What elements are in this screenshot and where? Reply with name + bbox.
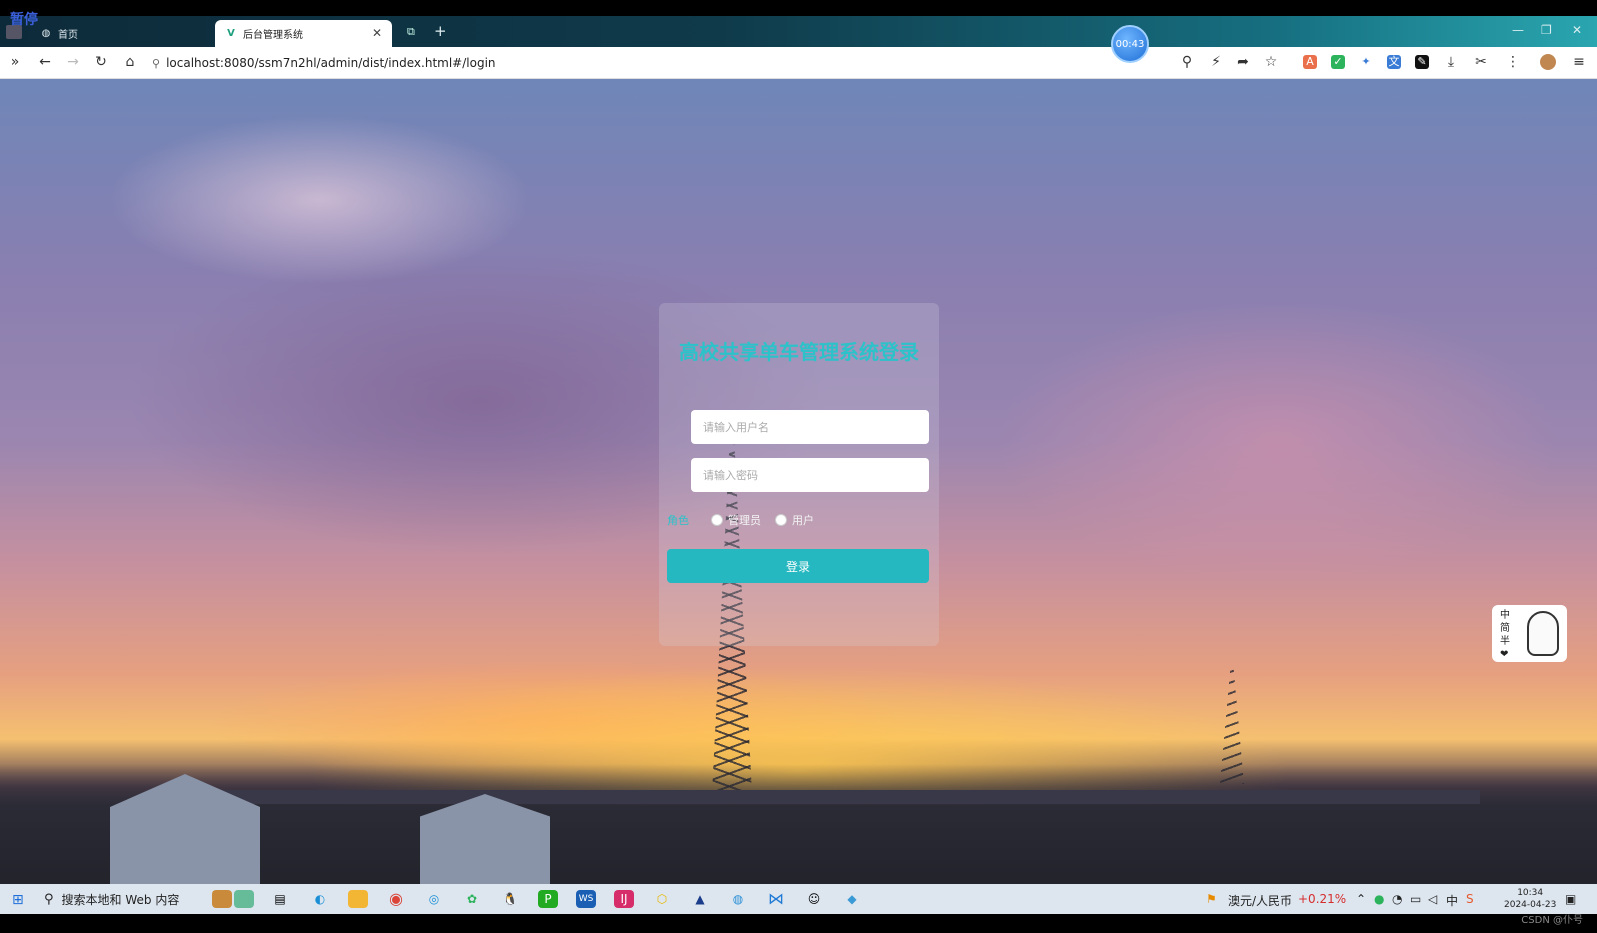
search-icon: ⚲ bbox=[44, 891, 54, 907]
expand-icon[interactable]: » bbox=[6, 54, 24, 70]
login-button[interactable]: 登录 bbox=[667, 549, 929, 583]
role-radio-admin[interactable] bbox=[711, 514, 723, 526]
tab-admin[interactable]: V 后台管理系统 ✕ bbox=[215, 20, 392, 47]
vscode-icon[interactable]: ⋈ bbox=[766, 890, 786, 908]
books-app-icon[interactable] bbox=[234, 890, 254, 908]
lightning-icon[interactable]: ⚡ bbox=[1207, 54, 1225, 70]
app-icon[interactable]: ▲ bbox=[690, 890, 710, 908]
login-card: 高校共享单车管理系统登录 角色 管理员 用户 登录 bbox=[659, 303, 939, 646]
notification-icon[interactable]: ▣ bbox=[1565, 892, 1576, 906]
minimize-icon[interactable]: — bbox=[1512, 23, 1524, 37]
role-selector: 角色 管理员 用户 bbox=[667, 512, 828, 528]
bird-extension-icon[interactable]: ✦ bbox=[1359, 55, 1373, 69]
address-bar[interactable]: ⚲ localhost:8080/ssm7n2hl/admin/dist/ind… bbox=[152, 51, 1282, 75]
currency-change: +0.21% bbox=[1298, 892, 1347, 906]
login-page-background: 高校共享单车管理系统登录 角色 管理员 用户 登录 中 简 半 ❤ bbox=[0, 79, 1597, 884]
menu-icon[interactable]: ≡ bbox=[1570, 54, 1588, 70]
idea-icon[interactable]: IJ bbox=[614, 890, 634, 908]
browser-toolbar: » ← → ↻ ⌂ ⚲ localhost:8080/ssm7n2hl/admi… bbox=[0, 47, 1597, 79]
ime-tray-icon[interactable]: 中 bbox=[1446, 892, 1458, 909]
location-icon[interactable]: ⚲ bbox=[1178, 54, 1196, 70]
url-text: localhost:8080/ssm7n2hl/admin/dist/index… bbox=[166, 56, 496, 70]
clock-date: 2024-04-23 bbox=[1504, 900, 1557, 910]
pdf-extension-icon[interactable]: A bbox=[1303, 55, 1317, 69]
password-input[interactable] bbox=[703, 468, 929, 482]
scissors-icon[interactable]: ✂ bbox=[1472, 54, 1490, 70]
role-user-label[interactable]: 用户 bbox=[792, 512, 814, 528]
shield-extension-icon[interactable]: ✓ bbox=[1331, 55, 1345, 69]
ime-char[interactable]: 简 bbox=[1500, 622, 1510, 635]
ime-char[interactable]: ❤ bbox=[1500, 648, 1510, 661]
role-label: 角色 bbox=[667, 514, 689, 527]
tab-home-label: 首页 bbox=[58, 30, 78, 41]
more-icon[interactable]: ⋮ bbox=[1504, 54, 1522, 70]
tool-app-icon[interactable]: ◆ bbox=[842, 890, 862, 908]
file-explorer-icon[interactable] bbox=[348, 890, 368, 908]
role-admin-label[interactable]: 管理员 bbox=[728, 512, 761, 528]
share-icon[interactable]: ➦ bbox=[1234, 54, 1252, 70]
taskbar-search-text: 搜索本地和 Web 内容 bbox=[61, 892, 180, 907]
folder-icon[interactable]: ⬡ bbox=[652, 890, 672, 908]
ime-char[interactable]: 中 bbox=[1500, 609, 1510, 622]
wechat-icon[interactable]: ✿ bbox=[462, 890, 482, 908]
avatar-app-icon[interactable]: ☺ bbox=[804, 890, 824, 908]
qq-icon[interactable]: 🐧 bbox=[500, 890, 520, 908]
reload-icon[interactable]: ↻ bbox=[92, 54, 110, 70]
forward-icon[interactable]: → bbox=[64, 54, 82, 70]
search-icon: ⚲ bbox=[152, 56, 161, 70]
ime-widget[interactable]: 中 简 半 ❤ bbox=[1492, 605, 1567, 662]
password-field[interactable] bbox=[691, 458, 929, 492]
books-app-icon[interactable] bbox=[212, 890, 232, 908]
pycharm-icon[interactable]: P bbox=[538, 890, 558, 908]
browser-tabstrip: ◍ 首页 V 后台管理系统 ✕ ⧉ + — ❐ ✕ bbox=[0, 16, 1597, 47]
clock-time: 10:34 bbox=[1517, 888, 1544, 898]
ime-char[interactable]: 半 bbox=[1500, 635, 1510, 648]
system-clock[interactable]: 10:34 2024-04-23 bbox=[1504, 887, 1556, 911]
edge-icon[interactable]: ◐ bbox=[310, 890, 330, 908]
tray-app-icon[interactable]: S bbox=[1466, 892, 1474, 906]
ime-status: 中 简 半 ❤ bbox=[1500, 609, 1510, 661]
new-tab-button[interactable]: + bbox=[434, 22, 447, 40]
tab-home[interactable]: ◍ 首页 bbox=[40, 20, 210, 47]
letterbox-top bbox=[0, 0, 1597, 16]
close-tab-icon[interactable]: ✕ bbox=[372, 26, 382, 40]
currency-icon: ⚑ bbox=[1206, 892, 1217, 906]
windows-taskbar: ⊞ ⚲ 搜索本地和 Web 内容 ▤ ◐ ◉ ◎ ✿ 🐧 P WS IJ ⬡ ▲… bbox=[0, 884, 1597, 914]
webstorm-icon[interactable]: WS bbox=[576, 890, 596, 908]
back-icon[interactable]: ← bbox=[36, 54, 54, 70]
home-icon[interactable]: ⌂ bbox=[121, 54, 139, 70]
network-icon[interactable]: ◍ bbox=[728, 890, 748, 908]
browser-icon[interactable]: ◎ bbox=[424, 890, 444, 908]
login-title: 高校共享单车管理系统登录 bbox=[679, 340, 919, 364]
role-radio-user[interactable] bbox=[775, 514, 787, 526]
letterbox-bottom bbox=[0, 914, 1597, 933]
chrome-icon[interactable]: ◉ bbox=[386, 890, 406, 908]
star-icon[interactable]: ☆ bbox=[1262, 54, 1280, 70]
volume-icon[interactable]: ◁ bbox=[1428, 892, 1437, 906]
vue-logo-icon: V bbox=[227, 28, 235, 39]
chevron-up-icon[interactable]: ⌃ bbox=[1356, 892, 1366, 906]
bridge-silhouette bbox=[180, 790, 1480, 804]
download-icon[interactable]: ⤓ bbox=[1442, 54, 1460, 70]
tray-app-icon[interactable]: ● bbox=[1374, 892, 1384, 906]
username-input[interactable] bbox=[703, 420, 929, 434]
task-view-icon[interactable]: ▤ bbox=[270, 890, 290, 908]
pause-label: 暂停 bbox=[10, 12, 38, 28]
restore-icon[interactable]: ❐ bbox=[1541, 23, 1552, 37]
windows-start-icon[interactable]: ⊞ bbox=[12, 892, 24, 908]
cartoon-mascot-icon bbox=[1527, 611, 1559, 656]
username-field[interactable] bbox=[691, 410, 929, 444]
tab-menu-icon[interactable]: ⧉ bbox=[407, 25, 415, 39]
network-tray-icon[interactable]: ▭ bbox=[1410, 892, 1421, 906]
watermark: CSDN @仆号 bbox=[1521, 915, 1583, 926]
recording-timer[interactable]: 00:43 bbox=[1111, 25, 1149, 63]
qq-tray-icon[interactable]: ◔ bbox=[1392, 892, 1402, 906]
translate-extension-icon[interactable]: 文 bbox=[1387, 55, 1401, 69]
tab-admin-label: 后台管理系统 bbox=[243, 30, 303, 41]
signature-extension-icon[interactable]: ✎ bbox=[1415, 55, 1429, 69]
close-window-icon[interactable]: ✕ bbox=[1572, 23, 1582, 37]
avatar[interactable] bbox=[1540, 54, 1556, 70]
currency-label[interactable]: 澳元/人民币 bbox=[1228, 892, 1292, 909]
globe-icon: ◍ bbox=[41, 28, 51, 39]
